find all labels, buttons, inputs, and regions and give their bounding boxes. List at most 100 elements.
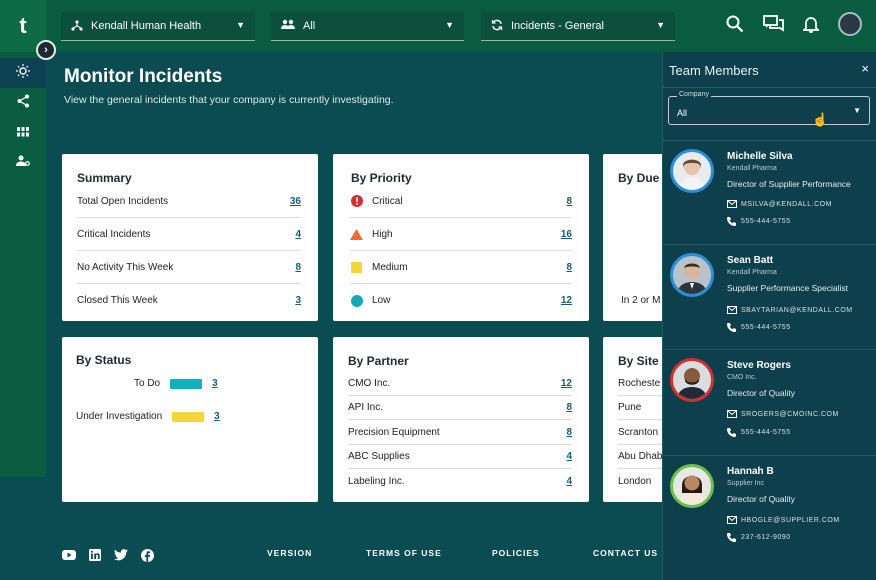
page-subtitle: View the general incidents that your com…	[64, 94, 394, 106]
count-link[interactable]: 3	[212, 378, 218, 389]
site-row[interactable]: Pune	[618, 396, 662, 420]
youtube-icon[interactable]	[62, 548, 76, 562]
company-filter-label: Company	[677, 91, 711, 98]
due-row-label: In 2 or M	[621, 295, 661, 306]
partner-row[interactable]: CMO Inc. 12	[348, 372, 572, 396]
medium-icon	[350, 261, 363, 273]
member-phone[interactable]: 555-444-5755	[727, 428, 791, 437]
team-member-card[interactable]: Sean Batt Kendall Pharma Supplier Perfor…	[663, 244, 876, 348]
search-icon[interactable]	[724, 13, 746, 35]
priority-row[interactable]: Medium 8	[350, 251, 572, 284]
count-link[interactable]: 4	[566, 476, 572, 487]
low-icon	[350, 294, 363, 307]
due-card: By Due In 2 or M	[603, 154, 662, 321]
site-row[interactable]: Abu Dhab	[618, 445, 662, 469]
team-member-card[interactable]: Hannah B Supplier Inc Director of Qualit…	[663, 455, 876, 559]
member-email[interactable]: MSILVA@KENDALL.COM	[727, 200, 832, 208]
mail-icon	[727, 410, 741, 418]
site-card: By Site Rocheste Pune Scranton Abu Dhab …	[603, 337, 662, 502]
team-select[interactable]: All ▼	[271, 12, 464, 41]
nav-grid[interactable]	[0, 118, 46, 148]
count-link[interactable]: 12	[561, 378, 572, 389]
member-phone[interactable]: 555-444-5755	[727, 323, 791, 332]
left-nav-rail	[0, 52, 46, 477]
card-title: By Due	[618, 171, 660, 185]
collapse-toggle-icon[interactable]: ›	[36, 40, 56, 60]
footer-link-policies[interactable]: POLICIES	[492, 548, 540, 558]
count-link[interactable]: 36	[290, 196, 301, 207]
summary-row[interactable]: No Activity This Week 8	[77, 251, 301, 284]
count-link[interactable]: 8	[566, 402, 572, 413]
summary-row[interactable]: Closed This Week 3	[77, 284, 301, 317]
footer: VERSION TERMS OF USE POLICIES CONTACT US	[46, 536, 662, 580]
card-title: By Priority	[351, 171, 412, 185]
close-icon[interactable]: ×	[861, 61, 869, 76]
company-select[interactable]: Kendall Human Health ▼	[61, 12, 255, 41]
priority-row[interactable]: High 16	[350, 218, 572, 251]
count-link[interactable]: 8	[295, 262, 301, 273]
avatar	[670, 358, 714, 402]
panel-title: Team Members	[669, 63, 759, 78]
partner-row[interactable]: Labeling Inc. 4	[348, 469, 572, 493]
partner-row[interactable]: ABC Supplies 4	[348, 445, 572, 469]
pointer-cursor-icon: ☝	[812, 112, 829, 127]
count-link[interactable]: 4	[566, 451, 572, 462]
site-row[interactable]: Scranton	[618, 420, 662, 445]
avatar	[670, 253, 714, 297]
count-link[interactable]: 12	[561, 295, 572, 306]
count-link[interactable]: 8	[566, 427, 572, 438]
nav-incidents[interactable]	[0, 58, 46, 88]
mail-icon	[727, 516, 741, 524]
member-phone[interactable]: 555-444-5755	[727, 217, 791, 226]
facebook-icon[interactable]	[140, 548, 154, 562]
site-row[interactable]: Rocheste	[618, 372, 662, 396]
summary-card: Summary Total Open Incidents 36 Critical…	[62, 154, 318, 321]
card-title: By Partner	[348, 354, 409, 368]
nav-user-settings[interactable]	[0, 148, 46, 178]
panel-header: Team Members ×	[663, 52, 876, 88]
footer-link-version[interactable]: VERSION	[267, 548, 312, 558]
count-link[interactable]: 3	[214, 411, 220, 422]
footer-link-contact[interactable]: CONTACT US	[593, 548, 658, 558]
member-email[interactable]: HBOGLE@SUPPLIER.COM	[727, 516, 840, 524]
team-member-card[interactable]: Michelle Silva Kendall Pharma Director o…	[663, 140, 876, 244]
priority-row[interactable]: Critical 8	[350, 185, 572, 218]
site-row[interactable]: London	[618, 469, 662, 493]
status-bar	[170, 378, 203, 389]
linkedin-icon[interactable]	[88, 548, 102, 562]
user-avatar[interactable]	[838, 12, 862, 36]
partner-row[interactable]: API Inc. 8	[348, 396, 572, 420]
company-filter-select[interactable]: Company All ▼	[668, 91, 870, 125]
chat-icon[interactable]	[762, 13, 784, 35]
status-row[interactable]: To Do 3	[134, 378, 218, 389]
count-link[interactable]: 3	[295, 295, 301, 306]
page-title: Monitor Incidents	[64, 66, 223, 87]
org-icon	[71, 19, 83, 34]
bell-icon[interactable]	[800, 13, 822, 35]
status-row[interactable]: Under Investigation 3	[76, 411, 220, 422]
card-title: By Site	[618, 354, 659, 368]
twitter-icon[interactable]	[114, 548, 128, 562]
chevron-down-icon: ▼	[445, 20, 454, 30]
grid-icon	[17, 124, 29, 142]
member-phone[interactable]: 237-612-9090	[727, 533, 791, 542]
team-member-card[interactable]: Steve Rogers CMO Inc. Director of Qualit…	[663, 349, 876, 453]
count-link[interactable]: 8	[566, 196, 572, 207]
count-link[interactable]: 4	[295, 229, 301, 240]
priority-row[interactable]: Low 12	[350, 284, 572, 317]
phone-icon	[727, 217, 741, 226]
chevron-down-icon: ▼	[853, 106, 861, 115]
summary-row[interactable]: Total Open Incidents 36	[77, 185, 301, 218]
count-link[interactable]: 8	[566, 262, 572, 273]
partner-row[interactable]: Precision Equipment 8	[348, 420, 572, 445]
user-settings-icon	[16, 154, 30, 172]
nav-share[interactable]	[0, 88, 46, 118]
member-email[interactable]: SROGERS@CMOINC.COM	[727, 410, 839, 418]
member-email[interactable]: SBAYTARIAN@KENDALL.COM	[727, 306, 853, 314]
view-select[interactable]: Incidents - General ▼	[481, 12, 675, 41]
summary-row[interactable]: Critical Incidents 4	[77, 218, 301, 251]
footer-link-terms[interactable]: TERMS OF USE	[366, 548, 442, 558]
chevron-down-icon: ▼	[656, 20, 665, 30]
avatar	[670, 464, 714, 508]
count-link[interactable]: 16	[561, 229, 572, 240]
